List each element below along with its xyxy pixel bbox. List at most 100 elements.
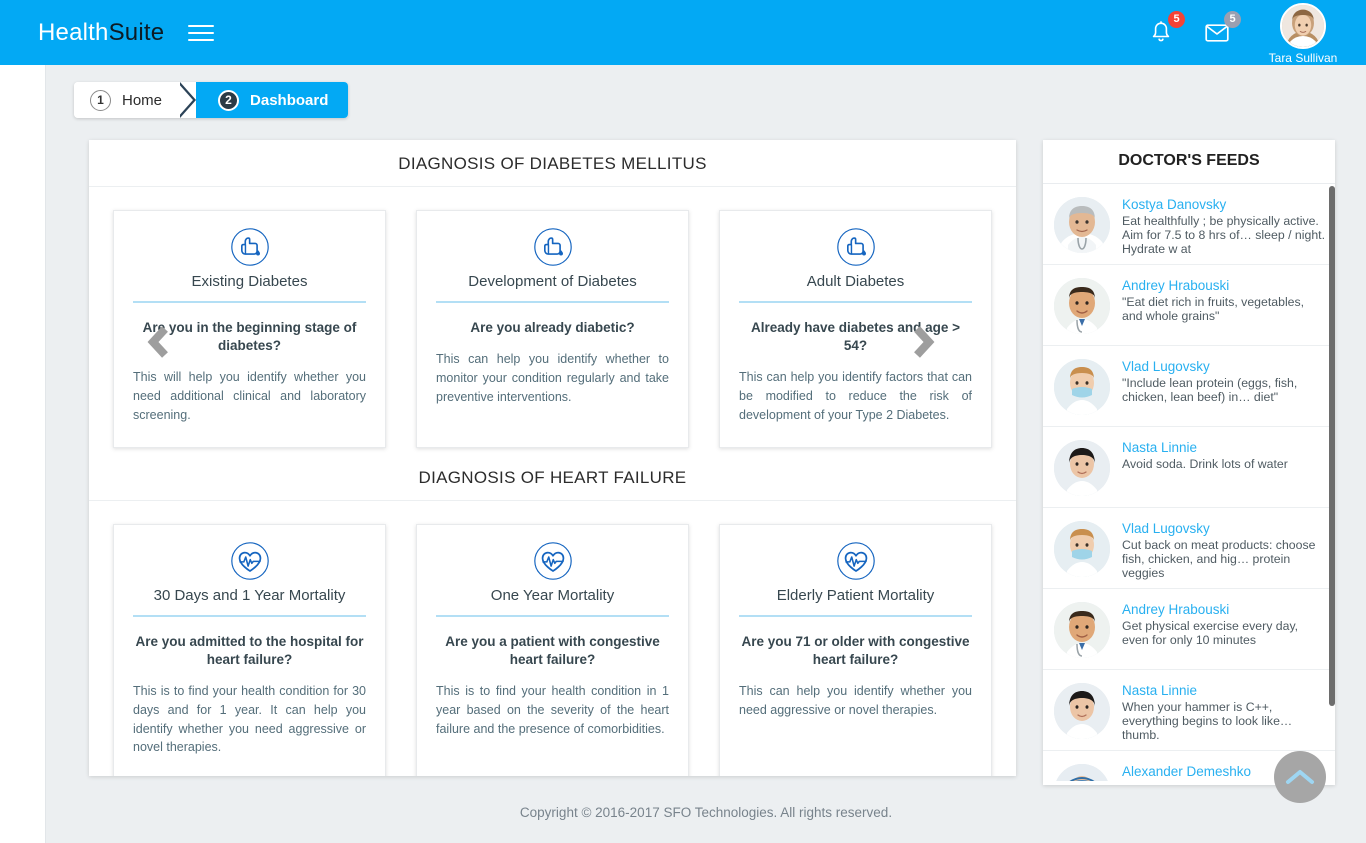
carousel-next-button[interactable] [911,325,937,359]
sidebar-rail [0,65,46,843]
doctors-feeds-panel: DOCTOR'S FEEDS Kostya Danovsky Eat healt… [1043,140,1335,785]
glucose-hand-drop-icon [836,228,875,266]
feed-body: Vlad Lugovsky Cut back on meat products:… [1122,519,1325,580]
avatar [1054,683,1110,739]
breadcrumb-label: Home [122,91,163,109]
section-title-heart-failure: DIAGNOSIS OF HEART FAILURE [89,448,1016,501]
breadcrumb-item-dashboard[interactable]: 2 Dashboard [196,82,349,118]
feed-author-name[interactable]: Andrey Hrabouski [1122,278,1325,293]
feeds-panel-title: DOCTOR'S FEEDS [1043,140,1335,184]
dashboard-main-panel: DIAGNOSIS OF DIABETES MELLITUS Existing … [89,140,1016,776]
card-question: Are you 71 or older with congestive hear… [741,633,970,667]
feed-message: Avoid soda. Drink lots of water [1122,458,1288,471]
logo-text-primary: Health [38,18,109,46]
card-description: This can help you identify whether to mo… [436,352,669,404]
feed-body: Kostya Danovsky Eat healthfully ; be phy… [1122,195,1325,256]
heart-failure-card-row: 30 Days and 1 Year Mortality Are you adm… [89,501,1016,776]
feed-author-name[interactable]: Andrey Hrabouski [1122,602,1325,617]
feed-author-name[interactable]: Nasta Linnie [1122,440,1325,455]
hamburger-menu-icon[interactable] [188,22,215,44]
feed-body: Andrey Hrabouski "Eat diet rich in fruit… [1122,276,1325,324]
glucose-hand-drop-icon [533,228,572,266]
messages-badge: 5 [1224,10,1241,28]
card-one-year-mortality[interactable]: One Year Mortality Are you a patient wit… [416,523,689,776]
notifications-badge: 5 [1168,10,1185,28]
list-item[interactable]: Nasta Linnie When your hammer is C++, ev… [1043,670,1335,751]
feed-message: Cut back on meat products: choose fish, … [1122,539,1316,580]
breadcrumb-item-home[interactable]: 1 Home [74,82,197,118]
avatar [1054,440,1110,496]
card-title: Existing Diabetes [191,273,308,290]
feed-message: "Eat diet rich in fruits, vegetables, an… [1122,296,1305,323]
feed-author-name[interactable]: Nasta Linnie [1122,683,1325,698]
feed-author-name[interactable]: Vlad Lugovsky [1122,521,1325,536]
profile-name: Tara Sullivan [1268,50,1338,65]
heart-pulse-icon [533,541,572,580]
avatar [1054,359,1110,415]
heart-pulse-icon [836,541,875,580]
feed-body: Nasta Linnie When your hammer is C++, ev… [1122,681,1325,742]
app-logo[interactable]: HealthSuite [38,19,164,47]
card-divider [436,301,669,303]
card-divider [436,614,669,617]
breadcrumb-step-number: 2 [218,89,240,111]
card-question: Are you a patient with congestive heart … [445,633,660,667]
card-description: This can help you identify factors that … [739,370,972,422]
profile-menu[interactable]: Tara Sullivan [1260,1,1346,65]
avatar [1054,278,1110,334]
card-description: This is to find your health condition fo… [133,684,366,755]
card-divider [739,614,972,617]
list-item[interactable]: Andrey Hrabouski Get physical exercise e… [1043,589,1335,670]
diabetes-card-row: Existing Diabetes Are you in the beginni… [89,187,1016,448]
card-title: Development of Diabetes [468,273,637,290]
notifications-button[interactable]: 5 [1148,10,1185,46]
footer-copyright: Copyright © 2016-2017 SFO Technologies. … [519,805,893,820]
logo-text-secondary: Suite [108,18,165,46]
card-question: Already have diabetes and age > 54? [751,320,960,354]
list-item[interactable]: Vlad Lugovsky "Include lean protein (egg… [1043,346,1335,427]
card-title: 30 Days and 1 Year Mortality [153,586,346,604]
feed-message: When your hammer is C++, everything begi… [1122,701,1293,742]
carousel-prev-button[interactable] [145,325,171,359]
scroll-to-top-button[interactable] [1274,751,1326,803]
chevron-right-icon [914,326,935,358]
card-development-of-diabetes[interactable]: Development of Diabetes Are you already … [416,210,689,448]
card-question: Are you admitted to the hospital for hea… [135,633,364,667]
card-30-days-1-year-mortality[interactable]: 30 Days and 1 Year Mortality Are you adm… [113,523,386,776]
card-adult-diabetes[interactable]: Adult Diabetes Already have diabetes and… [719,210,992,448]
card-description: This can help you identify whether you n… [739,684,972,717]
feed-message: "Include lean protein (eggs, fish, chick… [1122,377,1298,404]
section-title-diabetes: DIAGNOSIS OF DIABETES MELLITUS [89,140,1016,187]
list-item[interactable]: Vlad Lugovsky Cut back on meat products:… [1043,508,1335,589]
feeds-scrollbar[interactable] [1329,186,1335,783]
card-divider [739,301,972,303]
avatar [1054,764,1110,781]
card-question: Are you already diabetic? [470,320,635,335]
list-item[interactable]: Andrey Hrabouski "Eat diet rich in fruit… [1043,265,1335,346]
feed-body: Vlad Lugovsky "Include lean protein (egg… [1122,357,1325,405]
card-divider [133,301,366,303]
glucose-hand-drop-icon [230,228,269,266]
feed-author-name[interactable]: Kostya Danovsky [1122,197,1325,212]
list-item[interactable]: Kostya Danovsky Eat healthfully ; be phy… [1043,184,1335,265]
feed-author-name[interactable]: Vlad Lugovsky [1122,359,1325,374]
breadcrumb-step-number: 1 [90,89,111,111]
card-title: One Year Mortality [490,586,615,604]
navbar-right-group: 5 5 Tara Sullivan [1148,0,1346,65]
card-description: This will help you identify whether you … [133,370,366,422]
avatar [1054,521,1110,577]
card-elderly-patient-mortality[interactable]: Elderly Patient Mortality Are you 71 or … [719,523,992,776]
heart-pulse-icon [230,541,269,580]
messages-button[interactable]: 5 [1204,10,1241,46]
top-navbar: HealthSuite 5 5 Tara Sullivan [0,0,1366,65]
list-item[interactable]: Nasta Linnie Avoid soda. Drink lots of w… [1043,427,1335,508]
feeds-list: Kostya Danovsky Eat healthfully ; be phy… [1043,184,1335,781]
breadcrumb: 1 Home 2 Dashboard [74,82,349,118]
feed-body: Andrey Hrabouski Get physical exercise e… [1122,600,1325,648]
feeds-scrollbar-thumb[interactable] [1329,186,1335,706]
avatar [1054,197,1110,253]
card-title: Adult Diabetes [806,273,905,290]
envelope-icon [1205,24,1229,42]
feed-body: Nasta Linnie Avoid soda. Drink lots of w… [1122,438,1325,472]
avatar [1054,602,1110,658]
